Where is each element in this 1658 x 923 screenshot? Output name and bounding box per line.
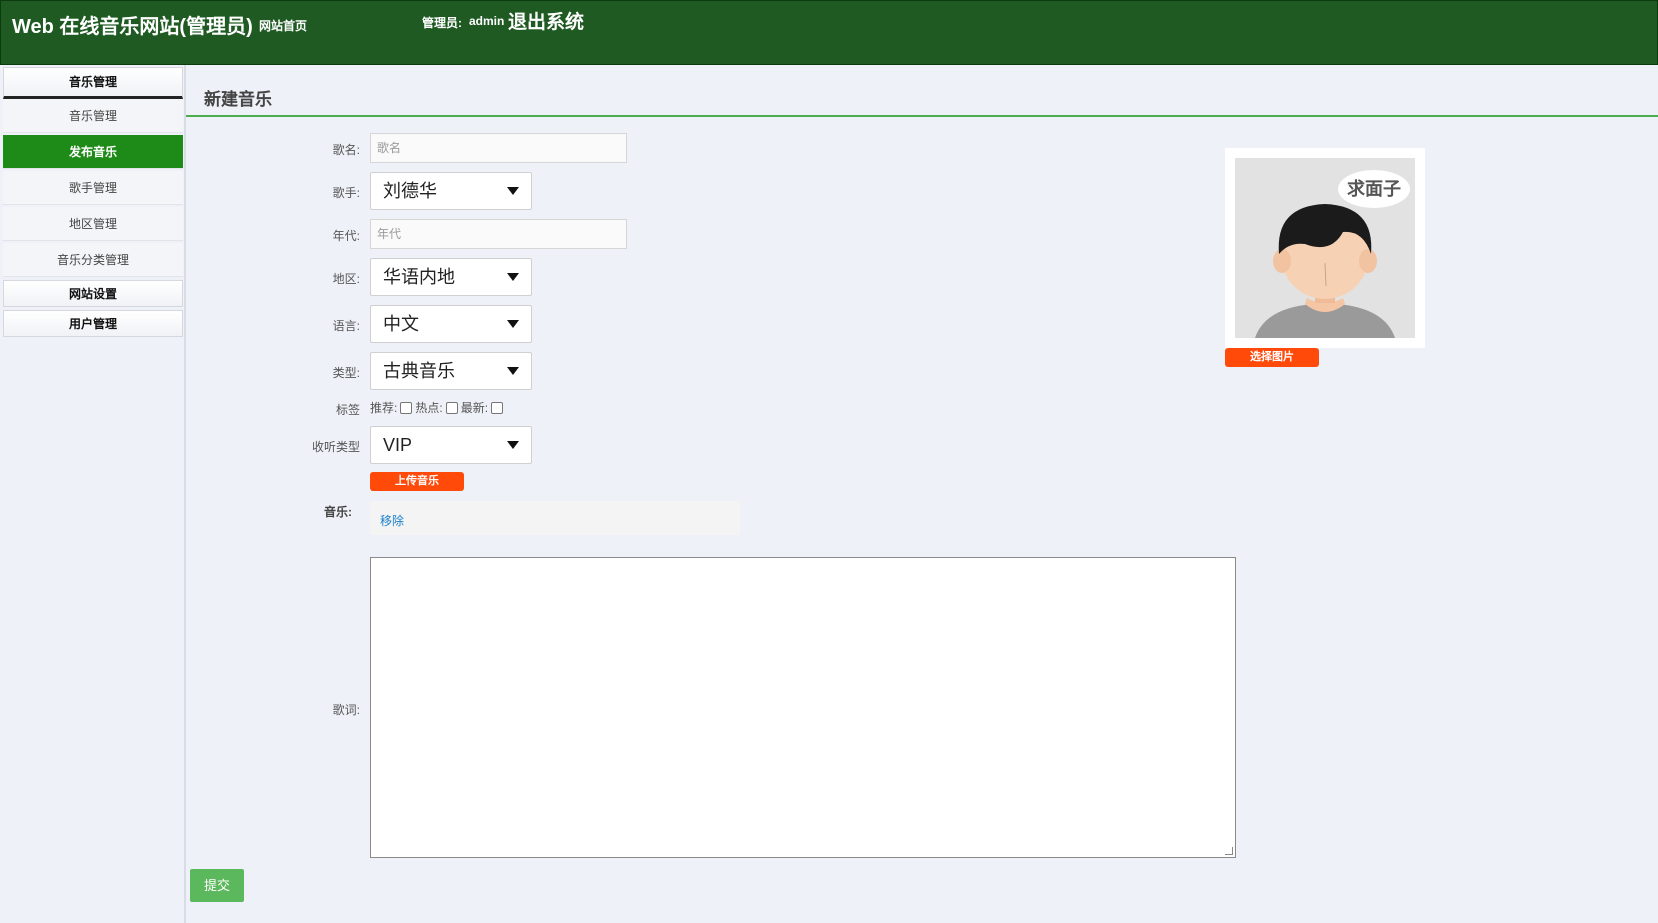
type-select-value: 古典音乐 xyxy=(383,361,455,381)
music-file-box: 移除 xyxy=(370,501,740,535)
sidebar-section-site-settings[interactable]: 网站设置 xyxy=(3,280,183,307)
tag-hot-checkbox[interactable] xyxy=(445,401,458,414)
sidebar: 音乐管理 音乐管理 发布音乐 歌手管理 地区管理 音乐分类管理 网站设置 用户管… xyxy=(0,65,186,923)
chevron-down-icon xyxy=(507,273,519,281)
site-title: Web 在线音乐网站(管理员) xyxy=(12,16,253,38)
sidebar-item-singer-management[interactable]: 歌手管理 xyxy=(3,171,183,205)
avatar-image: 求面子 xyxy=(1235,158,1415,338)
sidebar-item-music-management[interactable]: 音乐管理 xyxy=(3,99,183,133)
language-select-value: 中文 xyxy=(383,314,419,334)
chevron-down-icon xyxy=(507,187,519,195)
listen-type-label: 收听类型 xyxy=(311,440,360,454)
image-preview-frame: 求面子 xyxy=(1225,148,1425,348)
tag-hot-label: 热点: xyxy=(415,401,443,415)
region-select-value: 华语内地 xyxy=(383,267,455,287)
tag-new-checkbox[interactable] xyxy=(491,401,504,414)
lyrics-textarea[interactable] xyxy=(370,557,1236,858)
speech-bubble: 求面子 xyxy=(1338,170,1410,208)
singer-select-value: 刘德华 xyxy=(383,181,437,201)
sidebar-item-region-management[interactable]: 地区管理 xyxy=(3,207,183,241)
era-label: 年代: xyxy=(332,229,360,243)
chevron-down-icon xyxy=(507,441,519,449)
region-select[interactable]: 华语内地 xyxy=(370,258,532,296)
resize-grip-icon[interactable] xyxy=(1225,847,1233,855)
admin-name: admin xyxy=(469,14,505,28)
lyrics-label: 歌词: xyxy=(332,703,360,717)
sidebar-section-user-management[interactable]: 用户管理 xyxy=(3,310,183,337)
listen-type-select-value: VIP xyxy=(383,435,413,455)
sidebar-item-publish-music[interactable]: 发布音乐 xyxy=(3,135,183,169)
singer-select[interactable]: 刘德华 xyxy=(370,172,532,210)
chevron-down-icon xyxy=(507,367,519,375)
select-image-button[interactable]: 选择图片 xyxy=(1225,348,1319,367)
type-label: 类型: xyxy=(332,366,360,380)
tag-recommend-label: 推荐: xyxy=(370,401,398,415)
listen-type-select[interactable]: VIP xyxy=(370,426,532,464)
sidebar-section-music[interactable]: 音乐管理 xyxy=(3,67,183,99)
home-link[interactable]: 网站首页 xyxy=(259,17,307,34)
tags-label: 标签 xyxy=(335,403,360,417)
logout-link[interactable]: 退出系统 xyxy=(508,7,584,34)
remove-music-link[interactable]: 移除 xyxy=(380,512,404,529)
singer-label: 歌手: xyxy=(332,186,360,200)
top-header: Web 在线音乐网站(管理员) 网站首页 管理员: admin 退出系统 xyxy=(0,0,1658,65)
type-select[interactable]: 古典音乐 xyxy=(370,352,532,390)
chevron-down-icon xyxy=(507,320,519,328)
title-divider xyxy=(186,115,1658,117)
page-title: 新建音乐 xyxy=(204,90,272,109)
era-input[interactable] xyxy=(370,219,627,249)
music-label: 音乐: xyxy=(324,505,352,519)
song-name-label: 歌名: xyxy=(332,143,360,157)
submit-button[interactable]: 提交 xyxy=(190,869,244,902)
region-label: 地区: xyxy=(332,272,360,286)
tag-new-label: 最新: xyxy=(460,401,489,415)
tag-recommend-checkbox[interactable] xyxy=(400,401,413,414)
language-select[interactable]: 中文 xyxy=(370,305,532,343)
tag-options: 推荐: 热点: 最新: xyxy=(370,399,506,416)
language-label: 语言: xyxy=(332,319,360,333)
sidebar-item-category-management[interactable]: 音乐分类管理 xyxy=(3,243,183,277)
song-name-input[interactable] xyxy=(370,133,627,163)
upload-music-button[interactable]: 上传音乐 xyxy=(370,472,464,491)
admin-label: 管理员: xyxy=(422,16,462,30)
